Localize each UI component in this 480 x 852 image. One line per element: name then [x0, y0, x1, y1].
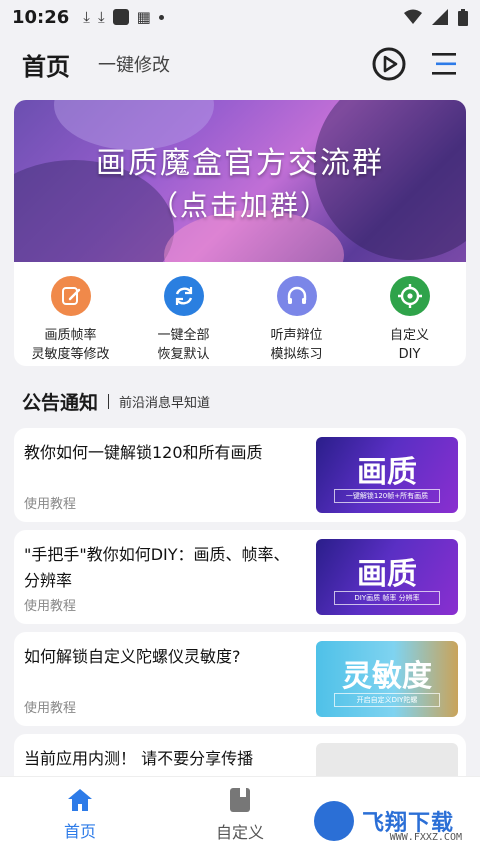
page-title: 首页 [22, 52, 70, 81]
book-icon [230, 787, 250, 812]
headphones-icon [276, 276, 317, 316]
app-header: 首页 一键修改 [0, 34, 480, 94]
status-system-icons [404, 8, 468, 26]
status-notification-icons: ⤓ ⤓ ▦ [83, 8, 164, 26]
section-title: 公告通知 [22, 392, 99, 414]
announcement-header: 公告通知 前沿消息早知道 [22, 388, 210, 415]
tab-label: 自定义 [215, 822, 264, 842]
feature-sound-practice[interactable]: 听声辩位 模拟练习 [242, 276, 352, 364]
article-title: 教你如何一键解锁120和所有画质 [24, 443, 263, 462]
feature-quality-fps[interactable]: 画质帧率 灵敏度等修改 [16, 276, 126, 364]
section-subtitle: 前沿消息早知道 [119, 396, 211, 411]
more-notifications-dot [158, 14, 164, 20]
site-watermark: 飞翔下载 WWW.FXXZ.COM [310, 796, 474, 846]
article-thumbnail: 灵敏度 开启自定义DIY陀螺 [316, 641, 458, 717]
watermark-logo-icon [314, 801, 354, 841]
play-icon[interactable] [372, 47, 406, 81]
article-card[interactable]: 如何解锁自定义陀螺仪灵敏度? 使用教程 灵敏度 开启自定义DIY陀螺 [14, 632, 466, 726]
download-icon: ⤓ [97, 8, 105, 26]
banner-subtitle: （点击加群） [149, 189, 330, 222]
feature-label: 听声辩位 模拟练习 [270, 328, 323, 362]
article-card[interactable]: 教你如何一键解锁120和所有画质 使用教程 画质 一键解锁120帧+所有画质 [14, 428, 466, 522]
article-title: 当前应用内测！ 请不要分享传播 [24, 749, 254, 768]
article-thumbnail: 画质 DIY画质 帧率 分辨率 [316, 539, 458, 615]
refresh-icon [163, 276, 204, 316]
battery-icon [458, 8, 468, 26]
map-icon: ▦ [136, 8, 151, 26]
tab-home[interactable]: 首页 [0, 788, 160, 842]
article-tag: 使用教程 [24, 599, 77, 614]
status-bar: 10:26 ⤓ ⤓ ▦ [0, 0, 480, 34]
wifi-icon [404, 9, 422, 24]
download-icon: ⤓ [83, 8, 90, 26]
header-actions [372, 47, 458, 81]
banner-card: 画质魔盒官方交流群 （点击加群） 画质帧率 灵敏度等修改 一键全部 恢复默认 听… [14, 100, 466, 366]
feature-label: 画质帧率 灵敏度等修改 [31, 328, 110, 362]
crosshair-icon [389, 276, 430, 316]
tab-label: 首页 [63, 821, 96, 841]
article-title: 如何解锁自定义陀螺仪灵敏度? [24, 647, 241, 666]
feature-label: 自定义 DIY [389, 328, 429, 362]
status-time: 10:26 [12, 6, 70, 28]
feature-custom-diy[interactable]: 自定义 DIY [355, 276, 465, 364]
article-tag: 使用教程 [24, 701, 77, 716]
menu-icon[interactable] [430, 50, 458, 78]
signal-icon [432, 9, 448, 25]
divider [108, 394, 110, 409]
article-card[interactable]: "手把手"教你如何DIY：画质、帧率、分辨率 使用教程 画质 DIY画质 帧率 … [14, 530, 466, 624]
watermark-url: WWW.FXXZ.COM [389, 832, 462, 843]
feature-label: 一键全部 恢复默认 [157, 328, 210, 362]
banner-title: 画质魔盒官方交流群 [96, 146, 384, 181]
home-icon [68, 788, 92, 811]
edit-icon [50, 276, 91, 316]
one-click-modify-link[interactable]: 一键修改 [98, 51, 170, 77]
group-banner[interactable]: 画质魔盒官方交流群 （点击加群） [14, 100, 466, 262]
app-notification-icon [112, 9, 129, 25]
tab-custom[interactable]: 自定义 [160, 787, 320, 843]
feature-row: 画质帧率 灵敏度等修改 一键全部 恢复默认 听声辩位 模拟练习 自定义 DIY [14, 262, 466, 364]
feature-restore-default[interactable]: 一键全部 恢复默认 [129, 276, 239, 364]
article-tag: 使用教程 [24, 497, 77, 512]
article-thumbnail: 画质 一键解锁120帧+所有画质 [316, 437, 458, 513]
article-title: "手把手"教你如何DIY：画质、帧率、分辨率 [24, 545, 290, 590]
